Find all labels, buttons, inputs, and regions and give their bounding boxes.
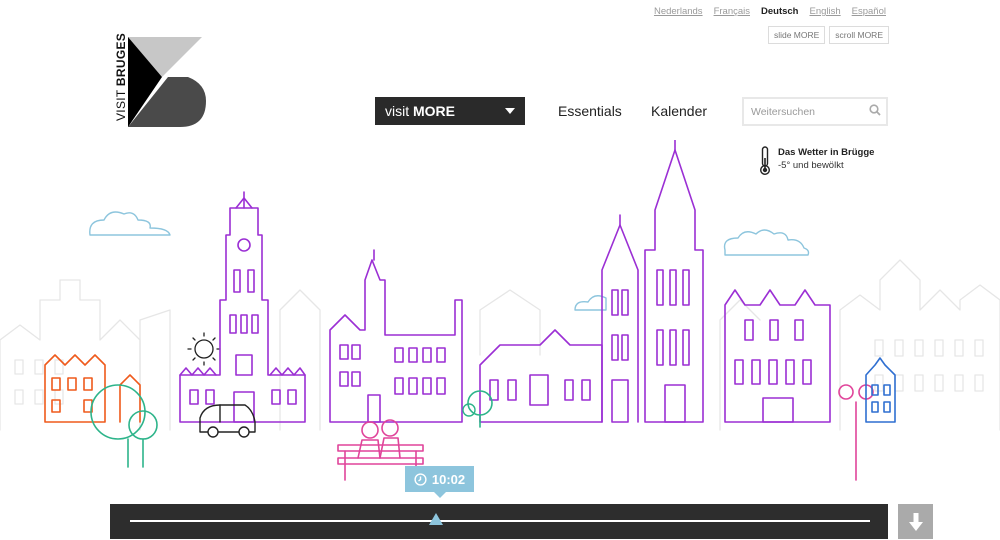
arrow-down-icon <box>908 512 923 531</box>
trees <box>90 384 493 468</box>
time-value: 10:02 <box>431 471 466 487</box>
search-box <box>742 97 888 126</box>
time-slider-track <box>130 520 870 522</box>
visit-more-label: visit MORE <box>385 103 455 119</box>
gothic-hall <box>724 289 831 423</box>
logo-wordmark: VISIT BRUGES <box>114 32 128 121</box>
blue-house <box>865 357 896 423</box>
nav-kalender[interactable]: Kalender <box>651 103 707 119</box>
lang-nederlands[interactable]: Nederlands <box>654 6 703 17</box>
caret-down-icon <box>505 108 515 114</box>
nav-essentials[interactable]: Essentials <box>558 103 622 119</box>
cloud-left <box>89 211 171 236</box>
scroll-down-button[interactable] <box>898 504 933 539</box>
slide-more-button[interactable]: slide MORE <box>767 26 826 44</box>
visit-more-dropdown[interactable]: visit MORE <box>375 97 525 125</box>
sun-icon <box>187 332 221 366</box>
basilica <box>479 329 603 423</box>
city-hall <box>329 249 463 423</box>
search-icon[interactable] <box>869 103 881 121</box>
logo-mark <box>128 37 206 127</box>
view-mode-switch: slide MORE scroll MORE <box>767 26 889 44</box>
belfry-tower <box>179 191 306 423</box>
visit-bruges-logo[interactable]: VISIT BRUGES <box>111 32 207 127</box>
lang-francais[interactable]: Français <box>714 6 750 17</box>
clock-icon <box>414 472 427 486</box>
salvator-cathedral <box>601 214 639 423</box>
language-selector: Nederlands Français Deutsch English Espa… <box>654 6 886 17</box>
cloud-right <box>723 229 810 256</box>
car <box>199 404 256 438</box>
lang-espanol[interactable]: Español <box>852 6 886 17</box>
scroll-more-button[interactable]: scroll MORE <box>829 26 889 44</box>
street-lamp <box>838 384 874 481</box>
orange-houses <box>44 354 141 423</box>
time-badge-pointer <box>434 492 446 498</box>
search-input[interactable] <box>744 104 863 119</box>
time-slider-handle[interactable] <box>429 513 443 525</box>
bruges-skyline-illustration <box>0 140 1000 481</box>
time-badge: 10:02 <box>405 466 474 492</box>
lang-deutsch[interactable]: Deutsch <box>761 6 798 17</box>
lang-english[interactable]: English <box>809 6 840 17</box>
time-slider[interactable] <box>110 504 888 539</box>
church-of-our-lady <box>644 140 704 423</box>
